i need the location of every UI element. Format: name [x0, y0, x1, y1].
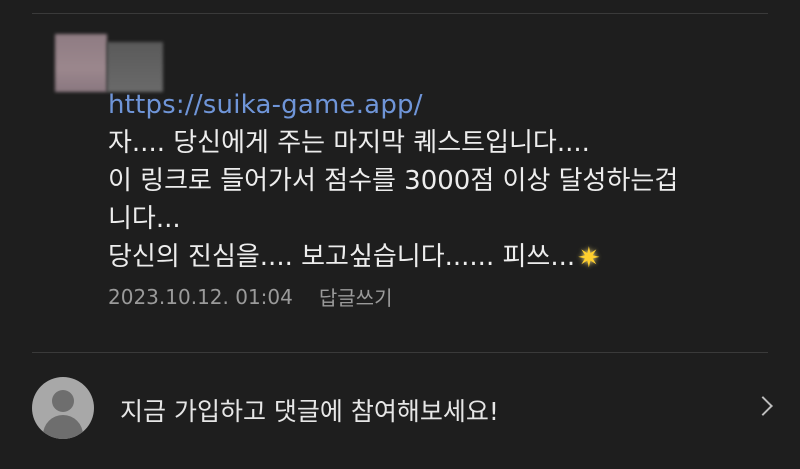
comment-line-4: 당신의 진심을.... 보고싶습니다...... 피쓰...: [108, 242, 576, 272]
comment-timestamp: 2023.10.12. 01:04: [108, 284, 293, 309]
comment-line-2: 이 링크로 들어가서 점수를 3000점 이상 달성하는겁: [108, 166, 679, 196]
game-link[interactable]: https://suika-game.app/: [108, 86, 768, 124]
sparkle-icon: ✷: [577, 241, 601, 274]
blur-block-right: [107, 42, 163, 92]
blur-block-left: [55, 34, 107, 92]
blurred-profile-image: [55, 34, 163, 92]
comment-line-3: 니다...: [108, 204, 181, 234]
default-avatar-icon: [32, 377, 94, 439]
reply-button[interactable]: 답글쓰기: [319, 282, 393, 311]
top-divider: [32, 13, 768, 14]
avatar-body: [43, 415, 83, 439]
avatar-head: [52, 390, 74, 412]
comment-line-1: 자.... 당신에게 주는 마지막 퀘스트입니다....: [108, 128, 590, 158]
comment-body: https://suika-game.app/ 자.... 당신에게 주는 마지…: [108, 86, 768, 311]
section-divider: [32, 352, 768, 353]
join-to-comment-row[interactable]: 지금 가입하고 댓글에 참여해보세요!: [0, 370, 800, 446]
chevron-right-icon[interactable]: [753, 396, 773, 416]
comment-line-4-wrap: 당신의 진심을.... 보고싶습니다...... 피쓰...✷: [108, 238, 768, 276]
comment-meta: 2023.10.12. 01:04 답글쓰기: [108, 282, 768, 311]
join-prompt-text: 지금 가입하고 댓글에 참여해보세요!: [120, 397, 499, 426]
